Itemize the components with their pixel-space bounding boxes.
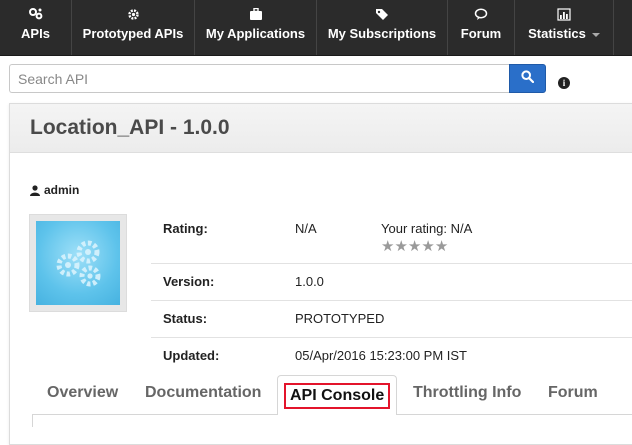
star-rating-input[interactable]: ★ ★ ★ ★ ★ [381,239,448,254]
updated-row: Updated: 05/Apr/2016 15:23:00 PM IST [151,337,632,374]
search-bar: i [9,64,570,93]
tab-api-console[interactable]: API Console [277,375,398,415]
version-value: 1.0.0 [295,274,324,289]
star-icon[interactable]: ★ [408,239,421,254]
nav-my-applications-label: My Applications [205,26,306,41]
gear-icon [127,7,140,21]
api-owner: admin [30,183,79,197]
top-navigation-bar: APIs Prototyped APIs My Applications My … [0,0,632,56]
star-icon[interactable]: ★ [421,239,434,254]
api-header: Location_API - 1.0.0 [10,104,632,153]
your-rating-label: Your rating: [381,221,448,236]
rating-value: N/A [295,221,317,236]
star-icon[interactable]: ★ [381,239,394,254]
tab-documentation[interactable]: Documentation [145,375,261,411]
chevron-down-icon [591,32,600,37]
nav-statistics[interactable]: Statistics [515,0,614,55]
tab-forum[interactable]: Forum [548,375,598,411]
tab-overview[interactable]: Overview [47,375,118,411]
nav-my-subscriptions-label: My Subscriptions [327,26,437,41]
rating-label: Rating: [163,221,208,236]
search-icon [521,69,535,88]
nav-prototyped-apis-label: Prototyped APIs [82,26,184,41]
status-value: PROTOTYPED [295,311,385,326]
api-thumbnail [29,214,127,312]
status-row: Status: PROTOTYPED [151,300,632,337]
nav-prototyped-apis[interactable]: Prototyped APIs [72,0,195,55]
bar-chart-icon [557,7,571,21]
api-tabs: Overview Documentation API Console Throt… [9,375,632,427]
nav-statistics-label: Statistics [528,26,586,41]
nav-apis-label: APIs [21,26,50,41]
search-button[interactable] [509,64,546,93]
user-icon [30,184,40,196]
updated-label: Updated: [163,348,220,363]
rating-row: Rating: N/A Your rating: N/A ★ ★ ★ ★ ★ [151,211,632,263]
nav-forum-label: Forum [460,26,502,41]
api-details-table: Rating: N/A Your rating: N/A ★ ★ ★ ★ ★ V… [151,211,632,374]
tab-content-border [32,415,33,427]
nav-apis[interactable]: APIs [0,0,72,55]
your-rating: Your rating: N/A [381,221,472,236]
info-icon[interactable]: i [558,77,570,89]
tab-throttling-info[interactable]: Throttling Info [413,375,521,411]
owner-name: admin [44,183,80,197]
nav-my-subscriptions[interactable]: My Subscriptions [317,0,448,55]
api-title: Location_API - 1.0.0 [30,116,230,139]
nav-statistics-label-wrap: Statistics [528,26,600,41]
tags-icon [375,7,390,21]
your-rating-value: N/A [450,221,473,236]
nav-filler [614,0,632,55]
comment-icon [474,7,488,21]
updated-value: 05/Apr/2016 15:23:00 PM IST [295,348,467,363]
status-label: Status: [163,311,208,326]
version-row: Version: 1.0.0 [151,263,632,300]
gears-icon [28,7,44,21]
tab-api-console-label: API Console [284,382,391,409]
nav-my-applications[interactable]: My Applications [195,0,317,55]
briefcase-icon [249,7,263,21]
nav-forum[interactable]: Forum [448,0,515,55]
star-icon[interactable]: ★ [435,239,448,254]
gears-thumbnail-icon [36,221,120,305]
search-input[interactable] [9,64,509,93]
star-icon[interactable]: ★ [394,239,407,254]
version-label: Version: [163,274,215,289]
